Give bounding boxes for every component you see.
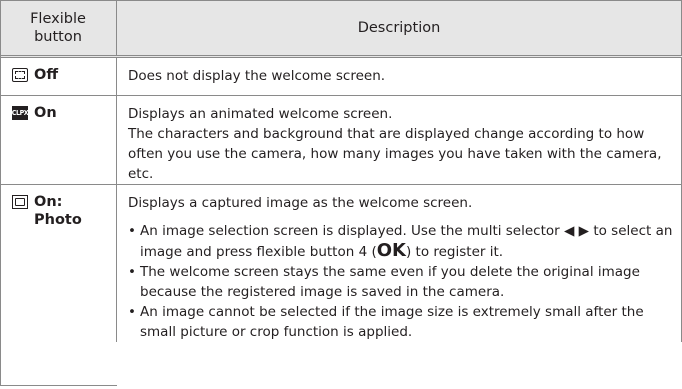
- header-flexible-button: Flexible button: [0, 0, 117, 57]
- description-text: Displays a captured image as the welcome…: [128, 195, 473, 211]
- list-item: • An image cannot be selected if the ima…: [128, 302, 673, 342]
- table-row: CLPX On Displays an animated welcome scr…: [0, 95, 682, 185]
- button-cell: CLPX On: [0, 96, 116, 122]
- list-item: • An image selection screen is displayed…: [128, 223, 673, 261]
- button-label: On: [34, 105, 57, 121]
- bullet-text: The welcome screen stays the same even i…: [140, 264, 640, 300]
- welcome-screen-options-table: Flexible button Description Off Does not…: [0, 0, 682, 342]
- description-text: Displays an animated welcome screen.: [128, 106, 393, 122]
- description-text: The characters and background that are d…: [128, 126, 662, 182]
- ok-button-glyph: OK: [376, 240, 406, 261]
- description-text: Does not display the welcome screen.: [128, 68, 386, 84]
- table-bottom-border: [0, 385, 117, 386]
- table-left-border: [0, 0, 1, 385]
- button-cell: Off: [0, 58, 116, 84]
- bullet-text: An image selection screen is displayed. …: [140, 223, 673, 261]
- bullet-text: An image cannot be selected if the image…: [140, 304, 644, 340]
- clip-icon: CLPX: [12, 106, 29, 120]
- table-row: On: Photo Displays a captured image as t…: [0, 184, 682, 342]
- table-header-row: Flexible button Description: [0, 0, 682, 57]
- button-label: Off: [34, 67, 59, 83]
- button-label: On: Photo: [34, 194, 82, 228]
- table-row: Off Does not display the welcome screen.: [0, 56, 682, 96]
- header-description: Description: [116, 0, 682, 57]
- photo-icon: [12, 195, 28, 209]
- frame-off-icon: [12, 68, 28, 82]
- list-item: • The welcome screen stays the same even…: [128, 262, 673, 302]
- button-cell: On: Photo: [0, 185, 116, 229]
